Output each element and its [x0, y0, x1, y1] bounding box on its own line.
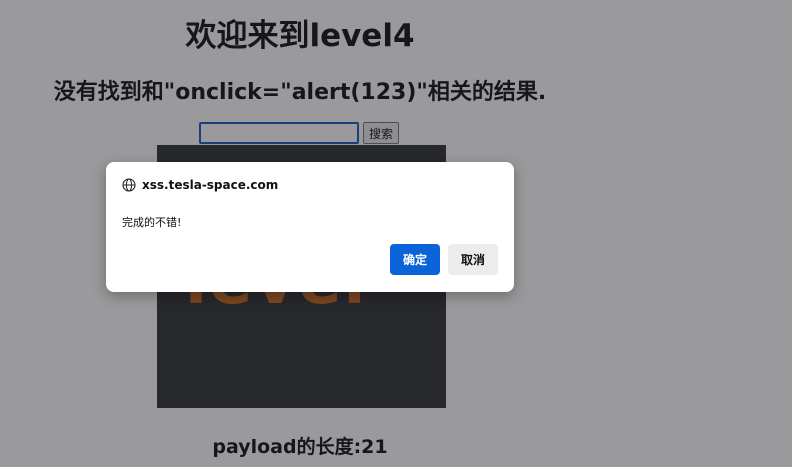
- dialog-origin-text: xss.tesla-space.com: [142, 178, 279, 192]
- alert-dialog: xss.tesla-space.com 完成的不错! 确定 取消: [106, 162, 514, 292]
- page-root: 欢迎来到level4 没有找到和"onclick="alert(123)"相关的…: [0, 0, 792, 467]
- dialog-buttons: 确定 取消: [390, 244, 498, 275]
- ok-button[interactable]: 确定: [390, 244, 440, 275]
- dialog-message: 完成的不错!: [122, 216, 182, 229]
- dialog-origin: xss.tesla-space.com: [122, 178, 278, 192]
- globe-icon: [122, 178, 136, 192]
- cancel-button[interactable]: 取消: [448, 244, 498, 275]
